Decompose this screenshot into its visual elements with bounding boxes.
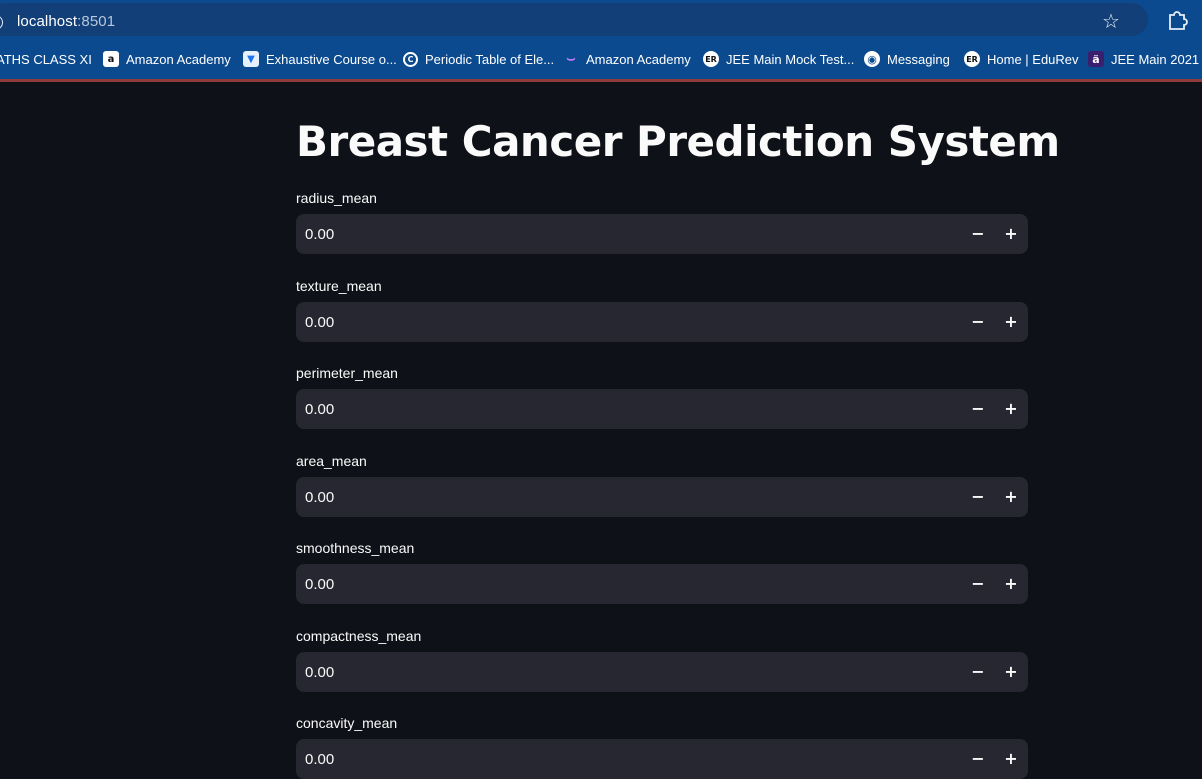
app-main: Breast Cancer Prediction System radius_m… (0, 82, 1202, 779)
course-icon: ▼ (243, 51, 259, 67)
url-text[interactable]: localhost:8501 (17, 13, 115, 30)
bookmark-label: JEE Main Mock Test... (726, 51, 855, 67)
decrement-button[interactable]: − (966, 660, 990, 684)
field-label-compactness-mean: compactness_mean (296, 628, 422, 644)
site-info-icon[interactable]: i (0, 15, 3, 30)
input-value[interactable]: 0.00 (305, 401, 334, 418)
concavity-mean-input[interactable]: 0.00 − + (296, 739, 1028, 779)
field-label-perimeter-mean: perimeter_mean (296, 365, 398, 381)
bookmark-label: Periodic Table of Ele... (425, 51, 555, 67)
input-value[interactable]: 0.00 (305, 226, 334, 243)
decrement-button[interactable]: − (966, 310, 990, 334)
texture-mean-input[interactable]: 0.00 − + (296, 302, 1028, 342)
radius-mean-input[interactable]: 0.00 − + (296, 214, 1028, 254)
field-label-area-mean: area_mean (296, 453, 367, 469)
decrement-button[interactable]: − (966, 572, 990, 596)
url-host: localhost (17, 13, 78, 30)
decrement-button[interactable]: − (966, 222, 990, 246)
er-icon: ER (964, 51, 980, 67)
bookmark-exhaustive-course[interactable]: ▼ Exhaustive Course o... (243, 50, 397, 68)
globe-icon: ◉ (864, 51, 880, 67)
url-port: :8501 (77, 13, 116, 30)
bookmark-maths-class[interactable]: ATHS CLASS XI (0, 50, 92, 68)
bookmark-jee-main-2021[interactable]: ä JEE Main 2021 Te (1088, 50, 1202, 68)
increment-button[interactable]: + (999, 397, 1023, 421)
bookmark-label: JEE Main 2021 Te (1111, 51, 1202, 67)
bookmark-amazon-academy[interactable]: a Amazon Academy (103, 50, 231, 68)
field-label-radius-mean: radius_mean (296, 190, 377, 206)
bookmark-jee-mock-test[interactable]: ER JEE Main Mock Test... (703, 50, 854, 68)
bookmark-periodic-table[interactable]: C Periodic Table of Ele... (403, 50, 554, 68)
increment-button[interactable]: + (999, 485, 1023, 509)
smoothness-mean-input[interactable]: 0.00 − + (296, 564, 1028, 604)
field-label-concavity-mean: concavity_mean (296, 715, 398, 731)
bookmark-messaging[interactable]: ◉ Messaging (864, 50, 950, 68)
increment-button[interactable]: + (999, 572, 1023, 596)
jee-icon: ä (1088, 51, 1104, 67)
input-value[interactable]: 0.00 (305, 314, 334, 331)
page-title: Breast Cancer Prediction System (296, 117, 1060, 166)
bookmark-amazon-academy-2[interactable]: ⌣ Amazon Academy (563, 50, 691, 68)
browser-address-bar: i localhost:8501 ☆ (0, 0, 1202, 39)
bookmark-label: Home | EduRev (987, 51, 1079, 67)
decrement-button[interactable]: − (966, 747, 990, 771)
increment-button[interactable]: + (999, 222, 1023, 246)
bookmark-label: Amazon Academy (586, 51, 691, 67)
decrement-button[interactable]: − (966, 485, 990, 509)
bookmarks-bar: ATHS CLASS XI a Amazon Academy ▼ Exhaust… (0, 39, 1202, 82)
increment-button[interactable]: + (999, 310, 1023, 334)
input-value[interactable]: 0.00 (305, 489, 334, 506)
bookmark-edurev-home[interactable]: ER Home | EduRev (964, 50, 1079, 68)
amazon-smile-icon: ⌣ (566, 51, 576, 67)
amazon-icon: a (103, 51, 119, 67)
bookmark-label: Exhaustive Course o... (266, 51, 397, 67)
compactness-mean-input[interactable]: 0.00 − + (296, 652, 1028, 692)
bookmark-star-icon[interactable]: ☆ (1102, 11, 1120, 31)
periodic-icon: C (403, 51, 418, 67)
er-icon: ER (703, 51, 719, 67)
field-label-smoothness-mean: smoothness_mean (296, 540, 415, 556)
url-field[interactable]: i localhost:8501 ☆ (0, 3, 1148, 36)
input-value[interactable]: 0.00 (305, 751, 334, 768)
area-mean-input[interactable]: 0.00 − + (296, 477, 1028, 517)
increment-button[interactable]: + (999, 747, 1023, 771)
decrement-button[interactable]: − (966, 397, 990, 421)
perimeter-mean-input[interactable]: 0.00 − + (296, 389, 1028, 429)
bookmark-label: Messaging (887, 51, 950, 67)
field-label-texture-mean: texture_mean (296, 278, 382, 294)
bookmark-label: ATHS CLASS XI (0, 51, 92, 67)
input-value[interactable]: 0.00 (305, 576, 334, 593)
increment-button[interactable]: + (999, 660, 1023, 684)
input-value[interactable]: 0.00 (305, 664, 334, 681)
extensions-icon[interactable] (1166, 8, 1188, 30)
bookmark-label: Amazon Academy (126, 51, 231, 67)
